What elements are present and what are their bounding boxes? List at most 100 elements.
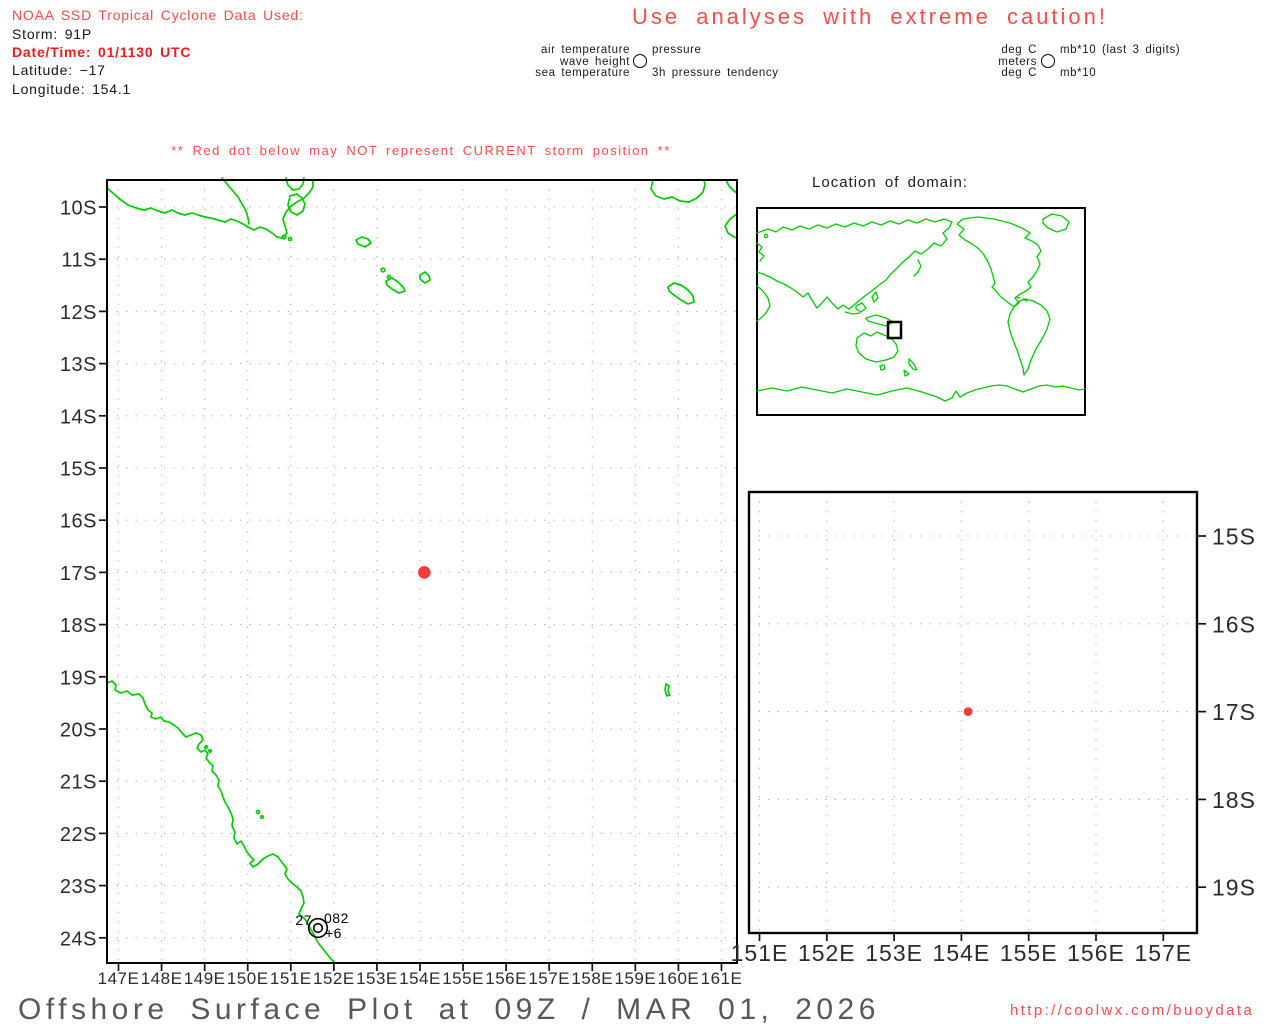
- lat-tick-label: 15S: [1212, 524, 1256, 550]
- lon-tick-label: 155E: [442, 969, 484, 988]
- lon-tick-label: 149E: [184, 969, 226, 988]
- coastline-papua-new-guinea: [106, 179, 314, 239]
- small-island-sliver: [664, 683, 671, 697]
- lat-tick-label: 10S: [60, 198, 97, 220]
- units-sea-temperature: deg C: [1001, 67, 1037, 79]
- lat-tick-label: 21S: [60, 772, 97, 794]
- island-san-cristobal: [724, 213, 738, 239]
- station-air-temperature: 27: [295, 912, 312, 928]
- lat-tick-label: 22S: [60, 824, 97, 846]
- lon-tick-label: 151E: [270, 969, 312, 988]
- units-wave-height: meters: [998, 55, 1037, 68]
- lat-tick-label: 11S: [61, 250, 97, 272]
- lat-tick-label: 24S: [60, 928, 97, 950]
- world-inset-map: [756, 207, 1086, 416]
- world-greenland: [1042, 213, 1070, 233]
- datetime-line: Date/Time: 01/1130 UTC: [12, 44, 192, 60]
- detail-map-grid: 151E 152E 153E 154E 155E 156E 157E 15S 16S 17S 18S…: [731, 492, 1256, 966]
- lon-tick-label: 147E: [98, 969, 140, 988]
- island-tagula: [385, 277, 406, 294]
- station-circle-icon-units: [1041, 54, 1055, 68]
- detail-map-frame: [747, 490, 1199, 935]
- island-rossel: [419, 271, 431, 284]
- lat-tick-label: 16S: [1212, 611, 1256, 637]
- world-europe-detail: [756, 242, 765, 262]
- caution-banner: Use analyses with extreme caution!: [631, 4, 1109, 29]
- small-island: [207, 748, 213, 754]
- world-borneo: [855, 302, 867, 313]
- units-air-temperature: deg C: [1001, 44, 1037, 56]
- legend-sea-temperature-label: sea temperature: [535, 67, 630, 79]
- lat-tick-label: 23S: [60, 876, 97, 898]
- world-south-america: [1007, 298, 1051, 376]
- world-new-zealand: [903, 358, 918, 377]
- units-pressure: mb*10 (last 3 digits): [1060, 44, 1181, 56]
- small-island: [255, 809, 261, 815]
- station-circle-inner: [312, 922, 324, 934]
- station-pressure-tendency: +6: [325, 925, 342, 941]
- small-island: [259, 814, 265, 820]
- lat-tick-label: 18S: [1212, 787, 1256, 813]
- lat-tick-label: 16S: [60, 511, 97, 533]
- lat-tick-label: 19S: [60, 667, 97, 689]
- lon-tick-label: 154E: [933, 940, 991, 966]
- data-source-line: NOAA SSD Tropical Cyclone Data Used:: [12, 7, 304, 23]
- world-eurasia: [756, 218, 953, 310]
- world-north-america: [956, 216, 1042, 308]
- legend-wave-height-label: wave height: [560, 55, 630, 68]
- lat-tick-label: 17S: [1212, 699, 1256, 725]
- world-antarctica: [756, 384, 1086, 402]
- storm-id-line: Storm: 91P: [12, 26, 93, 42]
- lon-tick-label: 155E: [1000, 940, 1058, 966]
- world-philippines: [871, 291, 879, 303]
- world-australia: [855, 331, 899, 363]
- source-url: http://coolwx.com/buoydata: [1010, 1002, 1255, 1019]
- legend-pressure-tendency-label: 3h pressure tendency: [652, 67, 779, 79]
- lon-tick-label: 161E: [701, 969, 743, 988]
- lat-tick-label: 14S: [60, 406, 97, 428]
- storm-position-warning: ** Red dot below may NOT represent CURRE…: [171, 143, 671, 158]
- lon-tick-label: 153E: [865, 940, 923, 966]
- world-japan: [913, 259, 922, 277]
- lat-tick-label: 17S: [60, 563, 97, 585]
- lon-tick-label: 151E: [731, 940, 789, 966]
- storm-position-dot-detail: [963, 707, 973, 716]
- main-map-grid: 147E 148E 149E 150E 151E 152E 153E 154E 155E 156E…: [60, 180, 742, 988]
- lon-tick-label: 158E: [571, 969, 613, 988]
- offshore-surface-plot-page: 147E 148E 149E 150E 151E 152E 153E 154E 155E 156E…: [0, 0, 1280, 1024]
- lon-tick-label: 160E: [658, 969, 700, 988]
- lon-tick-label: 152E: [313, 969, 355, 988]
- station-plot: 27 082 +6: [295, 910, 348, 941]
- island-rennell: [667, 282, 695, 305]
- lon-tick-label: 156E: [1067, 940, 1125, 966]
- lon-tick-label: 157E: [1134, 940, 1192, 966]
- lon-tick-label: 148E: [141, 969, 183, 988]
- latitude-line: Latitude: −17: [12, 62, 106, 78]
- world-inset-title: Location of domain:: [812, 174, 968, 191]
- lon-tick-label: 153E: [356, 969, 398, 988]
- island-dentrecasteaux-south: [287, 193, 306, 216]
- lon-tick-label: 157E: [528, 969, 570, 988]
- small-island: [287, 236, 293, 242]
- world-tasmania: [879, 364, 886, 371]
- units-pressure-tendency: mb*10: [1060, 67, 1097, 79]
- world-africa-edge: [756, 285, 771, 322]
- station-circle-icon: [633, 54, 647, 68]
- lat-tick-label: 13S: [60, 354, 97, 376]
- lat-tick-label: 19S: [1212, 875, 1256, 901]
- lon-tick-label: 150E: [227, 969, 269, 988]
- legend-air-temperature-label: air temperature: [541, 44, 630, 56]
- legend-pressure-label: pressure: [652, 44, 702, 56]
- detail-map: 151E 152E 153E 154E 155E 156E 157E 15S 16S 17S 18S…: [731, 490, 1256, 966]
- main-map: 147E 148E 149E 150E 151E 152E 153E 154E 155E 156E…: [60, 177, 742, 988]
- lat-tick-label: 20S: [60, 720, 97, 742]
- storm-position-dot: [417, 566, 431, 579]
- station-pressure: 082: [324, 910, 349, 926]
- lon-tick-label: 154E: [399, 969, 441, 988]
- small-island: [203, 744, 209, 750]
- lon-tick-label: 156E: [485, 969, 527, 988]
- plot-title: Offshore Surface Plot at 09Z / MAR 01, 2…: [18, 993, 880, 1024]
- world-map-frame: [756, 207, 1086, 416]
- lat-tick-label: 18S: [60, 615, 97, 637]
- lat-tick-label: 15S: [60, 459, 97, 481]
